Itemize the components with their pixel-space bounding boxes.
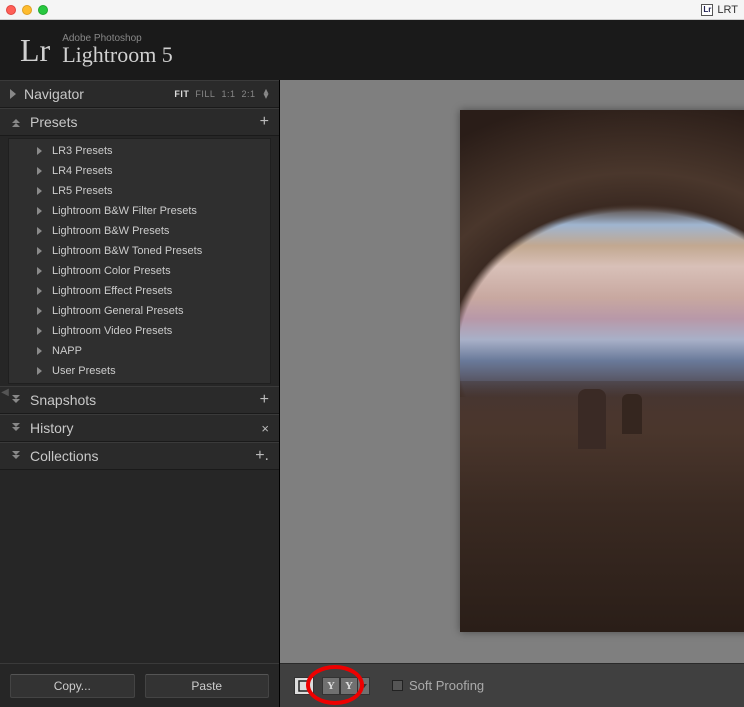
preset-folder[interactable]: LR3 Presets <box>9 141 270 161</box>
disclosure-right-icon <box>37 287 42 295</box>
preset-folder[interactable]: LR4 Presets <box>9 161 270 181</box>
disclosure-right-icon <box>37 327 42 335</box>
zoom-fill[interactable]: FILL <box>195 89 215 99</box>
brand-logo: Lr <box>20 32 50 69</box>
disclosure-right-icon <box>37 187 42 195</box>
before-after-right-button[interactable]: Y <box>340 677 358 695</box>
disclosure-collapsed-icon <box>10 395 22 405</box>
preset-folder-label: Lightroom B&W Toned Presets <box>52 245 202 257</box>
zoom-2-1[interactable]: 2:1 <box>241 89 255 99</box>
traffic-lights <box>6 5 48 15</box>
viewer-toolbar: Y Y Soft Proofing <box>280 663 744 707</box>
before-after-dropdown-icon[interactable] <box>358 677 370 695</box>
presets-panel-header[interactable]: Presets + <box>0 108 279 136</box>
disclosure-right-icon <box>37 147 42 155</box>
preset-folder[interactable]: NAPP <box>9 341 270 361</box>
disclosure-right-icon <box>37 247 42 255</box>
zoom-stepper-icon[interactable]: ▴▾ <box>263 89 269 99</box>
disclosure-right-icon <box>10 89 16 99</box>
disclosure-collapsed-icon <box>10 451 22 461</box>
preset-folder-label: Lightroom Color Presets <box>52 265 171 277</box>
left-panel-footer: Copy... Paste <box>0 663 279 707</box>
close-icon[interactable] <box>6 5 16 15</box>
preset-folder[interactable]: LR5 Presets <box>9 181 270 201</box>
history-title: History <box>30 420 74 436</box>
disclosure-right-icon <box>37 207 42 215</box>
preset-folder[interactable]: Lightroom Video Presets <box>9 321 270 341</box>
collections-title: Collections <box>30 448 98 464</box>
loupe-view-button[interactable] <box>294 677 314 695</box>
zoom-icon[interactable] <box>38 5 48 15</box>
lrt-icon: Lr <box>701 4 713 16</box>
preset-folder-label: User Presets <box>52 365 116 377</box>
soft-proofing-toggle[interactable]: Soft Proofing <box>392 678 484 693</box>
presets-title: Presets <box>30 114 77 130</box>
main-viewer: Y Y Soft Proofing <box>280 80 744 707</box>
disclosure-right-icon <box>37 267 42 275</box>
navigator-panel-header[interactable]: Navigator FIT FILL 1:1 2:1 ▴▾ <box>0 80 279 108</box>
brand-header: Lr Adobe Photoshop Lightroom 5 <box>0 20 744 80</box>
left-panel: Navigator FIT FILL 1:1 2:1 ▴▾ Presets <box>0 80 280 707</box>
snapshots-panel-header[interactable]: Snapshots + <box>0 386 279 414</box>
collections-panel-header[interactable]: Collections +. <box>0 442 279 470</box>
preset-folder-label: Lightroom B&W Presets <box>52 225 169 237</box>
photo-preview[interactable] <box>460 110 744 632</box>
collections-add-icon[interactable]: +. <box>255 447 269 465</box>
disclosure-expanded-icon <box>10 117 22 127</box>
zoom-fit[interactable]: FIT <box>174 89 189 99</box>
snapshots-title: Snapshots <box>30 392 96 408</box>
workarea: ◀ Navigator FIT FILL 1:1 2:1 ▴▾ <box>0 80 744 707</box>
preset-folder-label: LR4 Presets <box>52 165 113 177</box>
soft-proofing-label: Soft Proofing <box>409 678 484 693</box>
snapshots-add-icon[interactable]: + <box>260 391 269 409</box>
view-mode-group <box>294 677 314 695</box>
navigator-title: Navigator <box>24 86 84 102</box>
disclosure-right-icon <box>37 367 42 375</box>
preset-folder-label: NAPP <box>52 345 82 357</box>
before-after-left-button[interactable]: Y <box>322 677 340 695</box>
disclosure-right-icon <box>37 347 42 355</box>
menubar-right: Lr LRT <box>701 4 738 16</box>
disclosure-right-icon <box>37 227 42 235</box>
paste-button[interactable]: Paste <box>145 674 270 698</box>
preset-folder-label: Lightroom Video Presets <box>52 325 172 337</box>
preset-folder-label: Lightroom Effect Presets <box>52 285 172 297</box>
preset-folder[interactable]: Lightroom Effect Presets <box>9 281 270 301</box>
presets-add-icon[interactable]: + <box>260 113 269 131</box>
preset-folder[interactable]: Lightroom General Presets <box>9 301 270 321</box>
compare-view-group: Y Y <box>322 677 370 695</box>
mac-titlebar: Lr LRT <box>0 0 744 20</box>
preset-folder-label: Lightroom General Presets <box>52 305 183 317</box>
preset-folder[interactable]: Lightroom B&W Toned Presets <box>9 241 270 261</box>
disclosure-right-icon <box>37 167 42 175</box>
preset-folder[interactable]: User Presets <box>9 361 270 381</box>
app-window: Lr Adobe Photoshop Lightroom 5 ◀ Navigat… <box>0 20 744 707</box>
zoom-1-1[interactable]: 1:1 <box>221 89 235 99</box>
preset-folder-label: LR3 Presets <box>52 145 113 157</box>
preset-folder[interactable]: Lightroom Color Presets <box>9 261 270 281</box>
disclosure-right-icon <box>37 307 42 315</box>
preset-folder[interactable]: Lightroom B&W Filter Presets <box>9 201 270 221</box>
preset-folder[interactable]: Lightroom B&W Presets <box>9 221 270 241</box>
presets-list: LR3 Presets LR4 Presets LR5 Presets Lightro… <box>8 138 271 384</box>
brand-product: Lightroom 5 <box>62 44 173 66</box>
loupe-rect-icon <box>298 680 310 692</box>
preset-folder-label: LR5 Presets <box>52 185 113 197</box>
copy-button[interactable]: Copy... <box>10 674 135 698</box>
disclosure-collapsed-icon <box>10 423 22 433</box>
lrt-label: LRT <box>717 4 738 16</box>
history-panel-header[interactable]: History × <box>0 414 279 442</box>
checkbox-unchecked-icon[interactable] <box>392 680 403 691</box>
preset-folder-label: Lightroom B&W Filter Presets <box>52 205 197 217</box>
history-clear-icon[interactable]: × <box>261 421 269 436</box>
minimize-icon[interactable] <box>22 5 32 15</box>
left-panel-collapse-handle[interactable]: ◀ <box>0 380 10 404</box>
